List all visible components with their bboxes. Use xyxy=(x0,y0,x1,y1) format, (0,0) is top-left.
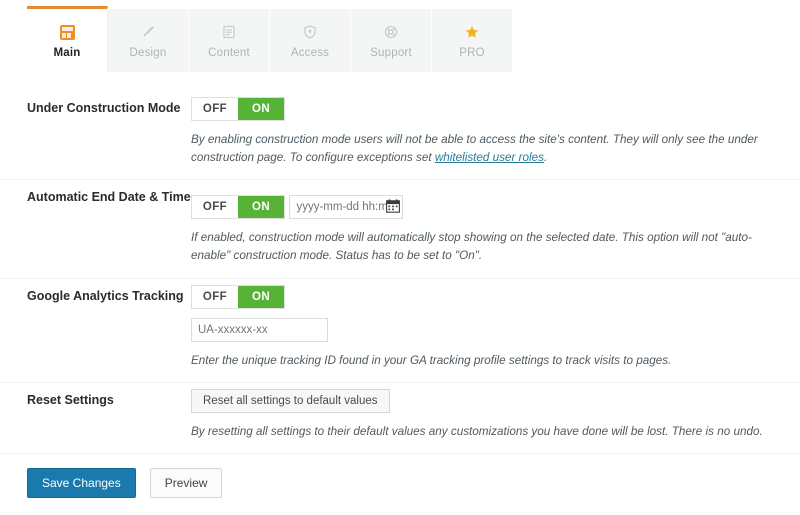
reset-label: Reset Settings xyxy=(27,392,114,407)
lifebuoy-icon xyxy=(383,22,399,42)
settings-tabs: Main Design Content Access Support PRO xyxy=(0,0,800,72)
analytics-description: Enter the unique tracking ID found in yo… xyxy=(191,353,672,367)
under-construction-label: Under Construction Mode xyxy=(27,101,181,115)
analytics-toggle[interactable]: OFF ON xyxy=(191,284,285,309)
under-construction-description-text-b: . xyxy=(544,151,548,165)
document-icon xyxy=(221,22,237,42)
under-construction-description: By enabling construction mode users will… xyxy=(191,131,784,167)
tab-access[interactable]: Access xyxy=(270,9,351,72)
under-construction-toggle[interactable]: OFF ON xyxy=(191,97,285,121)
shield-icon xyxy=(302,22,318,42)
tab-content[interactable]: Content xyxy=(189,9,270,72)
tab-pro-label: PRO xyxy=(459,47,485,59)
tab-pro[interactable]: PRO xyxy=(432,9,513,72)
end-date-field: OFF ON yyyy-mm-dd hh:mm If enabled, cons… xyxy=(191,180,784,277)
save-changes-button[interactable]: Save Changes xyxy=(27,467,136,498)
end-date-input-wrap xyxy=(289,186,404,220)
settings-footer: Save Changes Preview xyxy=(0,452,800,498)
end-date-toggle-off[interactable]: OFF xyxy=(192,196,238,219)
settings-content: Under Construction Mode OFF ON By enabli… xyxy=(0,73,800,453)
preview-button[interactable]: Preview xyxy=(149,467,223,498)
tab-design-label: Design xyxy=(129,47,167,59)
analytics-toggle-off[interactable]: OFF xyxy=(192,285,238,308)
tab-main-label: Main xyxy=(53,47,81,59)
calendar-icon[interactable] xyxy=(386,199,401,213)
analytics-input-wrap xyxy=(191,309,784,342)
star-icon xyxy=(464,22,480,42)
reset-field: Reset all settings to default values By … xyxy=(191,383,784,453)
reset-description: By resetting all settings to their defau… xyxy=(191,424,763,438)
row-reset: Reset Settings Reset all settings to def… xyxy=(0,381,800,453)
brush-icon xyxy=(140,22,156,42)
under-construction-toggle-off[interactable]: OFF xyxy=(192,98,238,120)
analytics-toggle-on[interactable]: ON xyxy=(238,285,284,308)
end-date-description: If enabled, construction mode will autom… xyxy=(191,231,752,263)
plugin-settings-page: Main Design Content Access Support PRO U… xyxy=(0,0,800,515)
row-analytics: Google Analytics Tracking OFF ON Enter t… xyxy=(0,277,800,382)
tab-support[interactable]: Support xyxy=(351,9,432,72)
analytics-tracking-id-input[interactable] xyxy=(191,317,328,342)
tab-design[interactable]: Design xyxy=(108,9,189,72)
row-under-construction: Under Construction Mode OFF ON By enabli… xyxy=(0,73,800,179)
under-construction-toggle-on[interactable]: ON xyxy=(238,98,284,120)
whitelisted-user-roles-link[interactable]: whitelisted user roles xyxy=(435,151,544,164)
tab-access-label: Access xyxy=(290,47,330,59)
tab-content-label: Content xyxy=(208,47,250,59)
end-date-toggle[interactable]: OFF ON xyxy=(191,195,285,220)
analytics-label: Google Analytics Tracking xyxy=(27,288,184,303)
under-construction-field: OFF ON By enabling construction mode use… xyxy=(191,91,784,179)
tabs-filler xyxy=(513,9,800,72)
reset-settings-button[interactable]: Reset all settings to default values xyxy=(191,388,390,413)
tab-main[interactable]: Main xyxy=(27,6,108,72)
end-date-toggle-on[interactable]: ON xyxy=(238,196,284,219)
tab-support-label: Support xyxy=(370,47,412,59)
grid-icon xyxy=(59,22,75,42)
end-date-label: Automatic End Date & Time xyxy=(27,190,191,205)
analytics-field: OFF ON Enter the unique tracking ID foun… xyxy=(191,279,784,382)
row-end-date: Automatic End Date & Time OFF ON yyyy-mm… xyxy=(0,179,800,277)
